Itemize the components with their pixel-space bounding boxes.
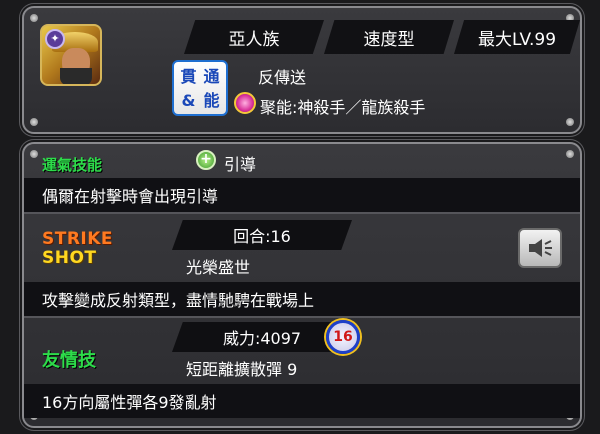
element-badge-icon: ✦	[45, 29, 65, 49]
max-level-tag: 最大LV.99	[454, 20, 580, 54]
friend-skill-count-badge: 16	[326, 320, 360, 354]
panel-bolt	[566, 118, 574, 126]
divider	[24, 212, 580, 214]
friend-skill-label: 友情技	[42, 350, 96, 371]
power-text: 威力:4097	[222, 329, 302, 348]
strike-shot-description: 攻擊變成反射類型，盡情馳騁在戰場上	[24, 282, 580, 316]
gimmick-char: 通	[203, 67, 220, 86]
skills-panel: 運氣技能 + 引導 偶爾在射擊時會出現引導 STRIKE SHOT 回合:16 …	[22, 142, 582, 428]
guide-icon: +	[196, 150, 216, 170]
gimmick-name: 反傳送	[258, 68, 307, 87]
panel-bolt	[30, 150, 38, 158]
character-info-panel: ✦ 亞人族 速度型 最大LV.99 貫 通 & 能 反傳送 聚能:神殺手／龍族殺…	[22, 6, 582, 134]
panel-bolt	[30, 118, 38, 126]
character-portrait[interactable]: ✦	[40, 24, 102, 86]
panel-bolt	[30, 14, 38, 22]
gimmick-char: &	[181, 91, 196, 110]
turns-text: 回合:16	[233, 227, 291, 246]
portrait-beard	[60, 68, 92, 84]
type-tag: 速度型	[324, 20, 454, 54]
luck-skill-title: 運氣技能	[42, 156, 103, 174]
tribe-tag: 亞人族	[184, 20, 324, 54]
friend-skill-power: 威力:4097	[172, 322, 352, 352]
speaker-icon	[529, 239, 552, 257]
gimmick-char: 貫	[180, 67, 197, 86]
voice-play-button[interactable]	[518, 228, 562, 268]
panel-bolt	[566, 150, 574, 158]
friend-skill-description: 16方向屬性彈各9發亂射	[24, 384, 580, 418]
gimmick-ability-icon: 貫 通 & 能	[172, 60, 228, 116]
shot-label: SHOT	[42, 248, 97, 268]
friend-skill-name: 短距離擴散彈 9	[186, 360, 298, 379]
divider	[24, 316, 580, 318]
strike-label: STRIKE	[42, 229, 114, 249]
luck-skill-name: 引導	[224, 155, 257, 174]
nouryoku-text: 聚能:神殺手／龍族殺手	[260, 98, 426, 117]
gimmick-char: 能	[203, 91, 220, 110]
nouryoku-icon	[234, 92, 256, 114]
strike-shot-turns: 回合:16	[172, 220, 352, 250]
strike-shot-label: STRIKE SHOT	[42, 230, 113, 268]
luck-skill-description: 偶爾在射擊時會出現引導	[24, 178, 580, 212]
strike-shot-name: 光榮盛世	[186, 258, 251, 277]
